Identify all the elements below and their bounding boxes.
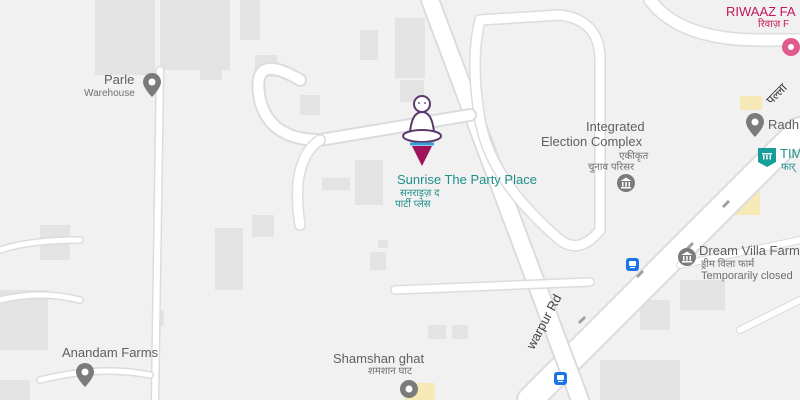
- buildings: [0, 0, 762, 400]
- riwaaz-local-label: रिवाज़ F: [758, 19, 790, 30]
- parle-subtitle: Warehouse: [84, 88, 135, 99]
- sunrise-local-2: पार्टी प्लेस: [395, 199, 431, 210]
- bus-stop-icon[interactable]: [626, 258, 639, 271]
- parle-label[interactable]: Parle: [104, 72, 134, 87]
- selected-place-marker[interactable]: [400, 92, 444, 170]
- riwaaz-label[interactable]: RIWAAZ FA: [726, 4, 796, 19]
- government-building-icon[interactable]: [615, 172, 637, 194]
- museum-icon[interactable]: [756, 146, 778, 168]
- tim-label[interactable]: TIM: [780, 146, 800, 161]
- location-pin-icon[interactable]: [141, 72, 163, 97]
- government-building-icon[interactable]: [676, 246, 698, 268]
- sunrise-local-1: सनराइज़ द: [400, 188, 440, 199]
- dream-villa-local: ड्रीम विला फार्म: [701, 259, 755, 270]
- anandam-label[interactable]: Anandam Farms: [62, 345, 158, 360]
- restaurant-pin-icon[interactable]: [780, 36, 800, 58]
- shamshan-local: शमशान घाट: [368, 366, 413, 377]
- integrated-label-2[interactable]: Election Complex: [541, 134, 642, 149]
- tim-local-label: फार्: [781, 162, 796, 173]
- bus-stop-icon[interactable]: [554, 372, 567, 385]
- dream-villa-status: Temporarily closed: [701, 270, 793, 282]
- integrated-local-1: एकीकृत: [619, 151, 649, 162]
- integrated-label-1[interactable]: Integrated: [586, 119, 645, 134]
- shamshan-label[interactable]: Shamshan ghat: [333, 351, 424, 366]
- location-pin-icon[interactable]: [74, 362, 96, 387]
- dream-villa-label[interactable]: Dream Villa Farm: [699, 243, 800, 258]
- location-pin-icon[interactable]: [398, 378, 420, 400]
- sunrise-label[interactable]: Sunrise The Party Place: [397, 172, 537, 187]
- radh-label[interactable]: Radh: [768, 117, 799, 132]
- location-pin-icon[interactable]: [744, 112, 766, 137]
- map-canvas[interactable]: RIWAAZ FA रिवाज़ F Parle Warehouse Integ…: [0, 0, 800, 400]
